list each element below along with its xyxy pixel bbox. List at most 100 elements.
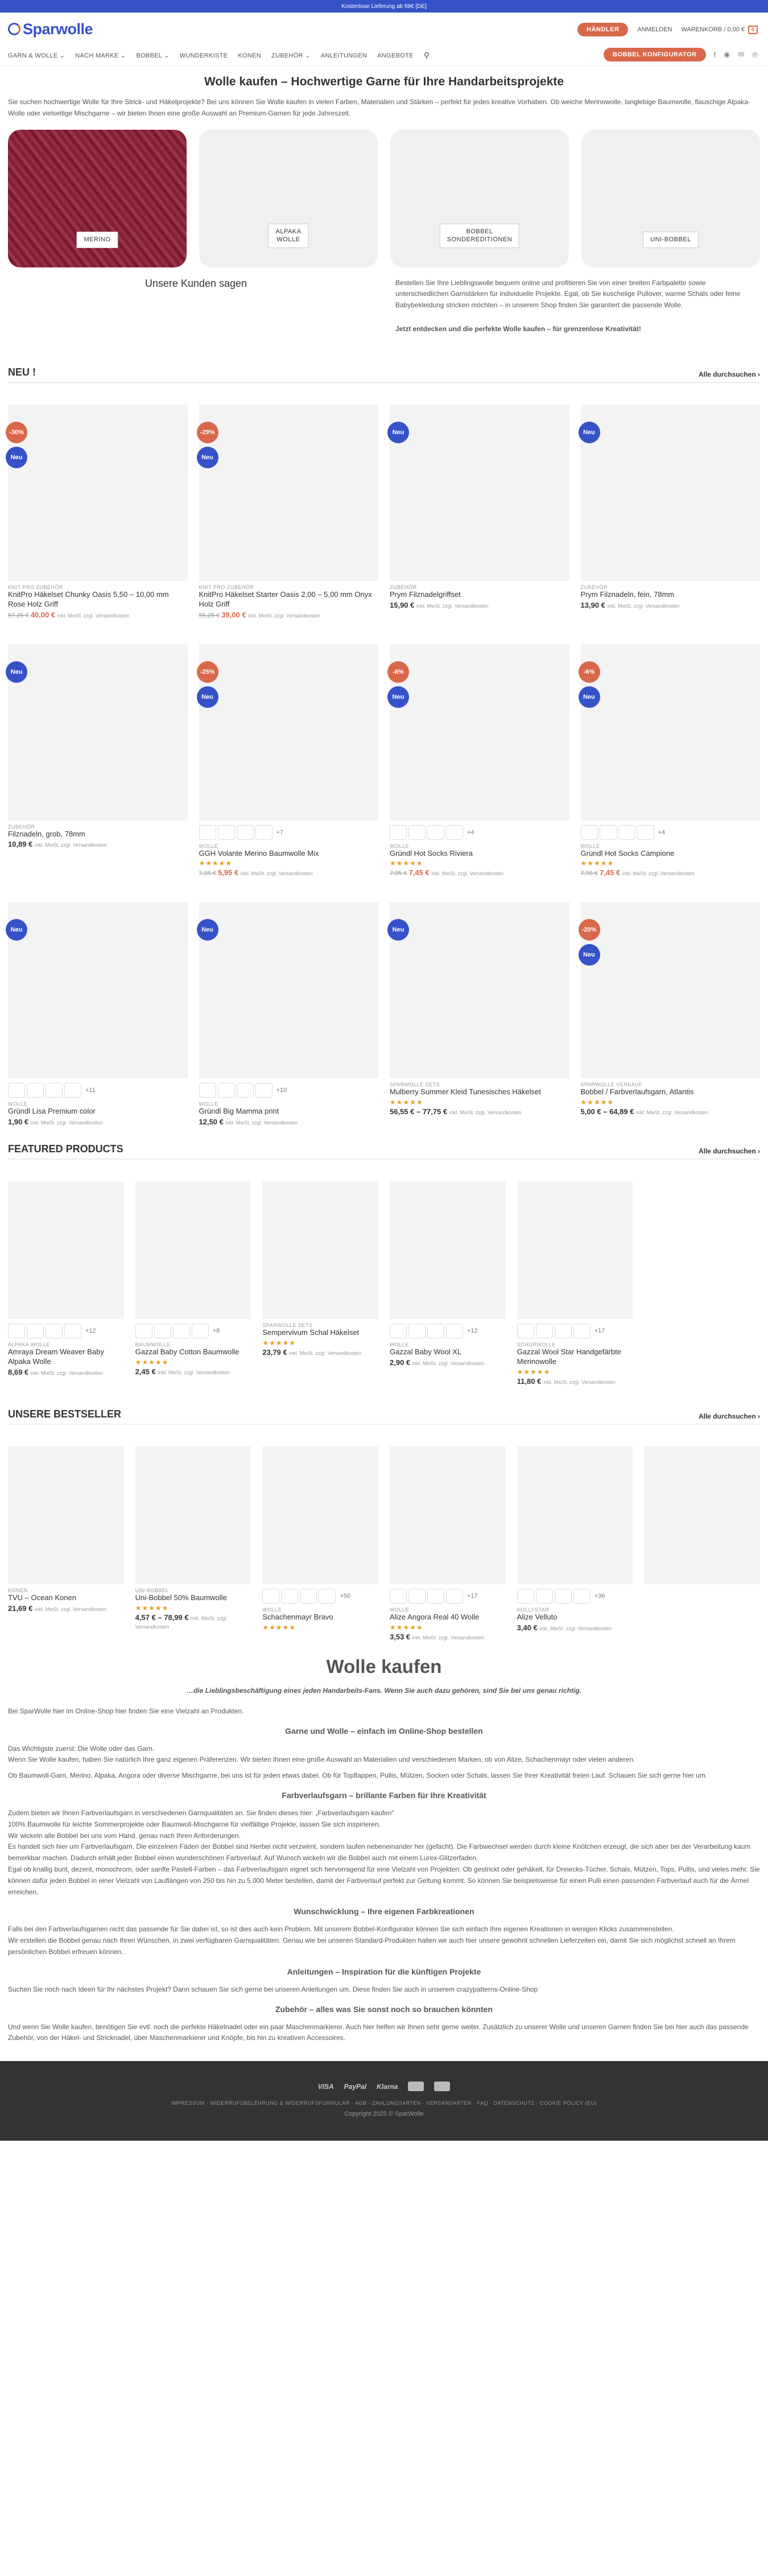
color-swatch[interactable]: [135, 1324, 152, 1339]
product-card[interactable]: Neu SPARWOLLE SETS Mulberry Summer Kleid T…: [387, 902, 569, 1126]
product-name[interactable]: Alize Angora Real 40 Wolle: [390, 1613, 506, 1622]
product-card[interactable]: +12 WOLLE Gazzal Baby Wool XL 2,90 € inkl. …: [390, 1181, 506, 1386]
color-swatch[interactable]: [446, 1324, 463, 1339]
product-image[interactable]: [390, 1181, 506, 1320]
product-card[interactable]: SPARWOLLE SETS Sempervivum Schal Häkelset…: [262, 1181, 378, 1386]
product-card[interactable]: +12 ALPAKA WOLLE Amraya Dream Weaver Baby …: [8, 1181, 124, 1386]
color-swatch[interactable]: [408, 825, 426, 840]
color-swatch[interactable]: [236, 825, 254, 840]
product-image[interactable]: [8, 1446, 124, 1585]
color-swatch[interactable]: [517, 1324, 534, 1339]
color-swatch[interactable]: [535, 1589, 553, 1604]
color-swatch[interactable]: [8, 1324, 25, 1339]
color-swatch[interactable]: [427, 1589, 444, 1604]
product-card[interactable]: -29% Neu KNIT PRO ZUBEHÖR KnitPro Häkelset …: [196, 404, 379, 619]
color-swatch[interactable]: [390, 1324, 407, 1339]
color-swatch[interactable]: [8, 1083, 25, 1098]
product-name[interactable]: TVU – Ocean Konen: [8, 1593, 124, 1603]
product-name[interactable]: Bobbel / Farbverlaufsgarn, Atlantis: [581, 1087, 761, 1097]
bobbel-konfigurator-button[interactable]: BOBBEL KONFIGURATOR: [603, 48, 706, 61]
site-logo[interactable]: Sparwolle: [8, 20, 93, 38]
product-name[interactable]: Gründl Big Mamma print: [199, 1107, 379, 1116]
product-card[interactable]: +17 WOLLE Alize Angora Real 40 Wolle ★★★★★ 3…: [390, 1446, 506, 1641]
product-card[interactable]: Neu +11 WOLLE Gründl Lisa Premium color 1,90…: [6, 902, 188, 1126]
product-name[interactable]: Prym Filznadeln, fein, 78mm: [581, 590, 761, 600]
color-swatch[interactable]: [599, 825, 617, 840]
nav-konen[interactable]: KONEN: [238, 52, 261, 59]
color-swatch[interactable]: [255, 825, 272, 840]
color-swatch[interactable]: [408, 1324, 426, 1339]
product-image[interactable]: [517, 1446, 633, 1585]
product-name[interactable]: Uni-Bobbel 50% Baumwolle: [135, 1593, 251, 1603]
color-swatch[interactable]: [535, 1324, 553, 1339]
color-swatch[interactable]: [255, 1083, 272, 1098]
product-card[interactable]: UNI-BOBBEL Uni-Bobbel 50% Baumwolle ★★★★★ 4…: [135, 1446, 251, 1641]
color-swatch[interactable]: [199, 825, 216, 840]
product-card[interactable]: KONEN TVU – Ocean Konen 21,69 € inkl. MwSt…: [8, 1446, 124, 1641]
product-card[interactable]: -30% Neu KNIT PRO ZUBEHÖR KnitPro Häkelset …: [6, 404, 188, 619]
category-uni-bobbel[interactable]: UNI-BOBBEL: [581, 129, 760, 267]
color-swatch[interactable]: [446, 1589, 463, 1604]
product-card[interactable]: +8 BAUMWOLLE Gazzal Baby Cotton Baumwolle ★…: [135, 1181, 251, 1386]
color-swatch[interactable]: [554, 1324, 572, 1339]
product-card[interactable]: +50 WOLLE Schachenmayr Bravo ★★★★★: [262, 1446, 378, 1641]
color-swatch[interactable]: [64, 1083, 81, 1098]
color-swatch[interactable]: [390, 1589, 407, 1604]
haendler-button[interactable]: HÄNDLER: [577, 23, 629, 36]
nav-wunderkiste[interactable]: WUNDERKISTE: [180, 52, 228, 59]
color-swatch[interactable]: [64, 1324, 81, 1339]
product-image[interactable]: Neu: [6, 644, 188, 821]
color-swatch[interactable]: [390, 825, 407, 840]
legal-links[interactable]: IMPRESSUM · WIDERRUFSBELEHRUNG & WIDERRU…: [0, 2100, 768, 2106]
product-card[interactable]: Neu +10 WOLLE Gründl Big Mamma print 12,50 €…: [196, 902, 379, 1126]
product-name[interactable]: Alize Velluto: [517, 1613, 633, 1622]
product-image[interactable]: -30% Neu: [6, 404, 188, 581]
color-swatch[interactable]: [637, 825, 654, 840]
nav-angebote[interactable]: ANGEBOTE: [377, 52, 414, 59]
color-swatch[interactable]: [46, 1324, 63, 1339]
browse-all-link[interactable]: Alle durchsuchen ›: [699, 1147, 760, 1155]
color-swatch[interactable]: [427, 825, 444, 840]
product-name[interactable]: KnitPro Häkelset Starter Oasis 2,00 – 5,…: [199, 590, 379, 609]
product-name[interactable]: Gazzal Baby Wool XL: [390, 1347, 506, 1357]
color-swatch[interactable]: [580, 825, 598, 840]
product-name[interactable]: Gazzal Wool Star Handgefärbte Merinowoll…: [517, 1347, 633, 1367]
product-name[interactable]: Gründl Lisa Premium color: [8, 1107, 188, 1116]
color-swatch[interactable]: [319, 1589, 336, 1604]
product-name[interactable]: Schachenmayr Bravo: [262, 1613, 378, 1622]
instagram-icon[interactable]: ◉: [724, 50, 730, 59]
color-swatch[interactable]: [191, 1324, 209, 1339]
product-name[interactable]: Gründl Hot Socks Campione: [581, 849, 761, 859]
category-merino[interactable]: MERINO: [8, 129, 187, 267]
color-swatch[interactable]: [236, 1083, 254, 1098]
product-image[interactable]: -29% Neu: [196, 404, 378, 581]
facebook-icon[interactable]: f: [714, 51, 716, 59]
color-swatch[interactable]: [281, 1589, 299, 1604]
product-card[interactable]: -25% Neu +7 WOLLE GGH Volante Merino Baumwol…: [196, 644, 379, 877]
product-name[interactable]: Amraya Dream Weaver Baby Alpaka Wolle: [8, 1347, 124, 1367]
color-swatch[interactable]: [573, 1589, 591, 1604]
product-name[interactable]: Sempervivum Schal Häkelset: [262, 1328, 378, 1338]
nav-nach-marke[interactable]: NACH MARKE ⌄: [75, 52, 126, 59]
product-image[interactable]: Neu: [387, 902, 569, 1079]
search-icon[interactable]: ⚲: [424, 51, 430, 60]
product-image[interactable]: Neu: [6, 902, 188, 1079]
nav-garn-wolle[interactable]: GARN & WOLLE ⌄: [8, 52, 65, 59]
product-name[interactable]: Gründl Hot Socks Riviera: [390, 849, 569, 859]
product-image[interactable]: -25% Neu: [196, 644, 378, 821]
product-image[interactable]: Neu: [387, 404, 569, 581]
product-name[interactable]: KnitPro Häkelset Chunky Oasis 5,50 – 10,…: [8, 590, 188, 609]
pinterest-icon[interactable]: ℗: [752, 51, 758, 59]
nav-anleitungen[interactable]: ANLEITUNGEN: [321, 52, 368, 59]
color-swatch[interactable]: [427, 1324, 444, 1339]
category-bobbel-sondereditionen[interactable]: BOBBEL SONDEREDITIONEN: [390, 129, 569, 267]
color-swatch[interactable]: [172, 1324, 190, 1339]
product-name[interactable]: GGH Volante Merino Baumwolle Mix: [199, 849, 379, 859]
product-image[interactable]: [517, 1181, 633, 1320]
product-image[interactable]: -6% Neu: [578, 644, 760, 821]
product-card[interactable]: Neu ZUBEHÖR Prym Filznadelgriffset 15,90 € …: [387, 404, 569, 619]
color-swatch[interactable]: [408, 1589, 426, 1604]
product-card[interactable]: -6% Neu +4 WOLLE Gründl Hot Socks Campione ★★…: [578, 644, 761, 877]
product-image[interactable]: Neu: [196, 902, 378, 1079]
color-swatch[interactable]: [618, 825, 635, 840]
